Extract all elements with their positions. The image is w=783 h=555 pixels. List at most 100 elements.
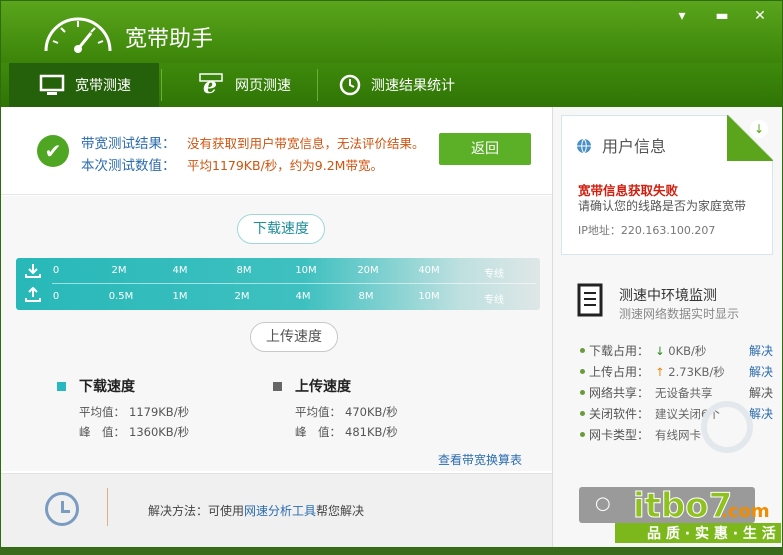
ie-watermark-icon	[701, 401, 753, 453]
env-value-upload: ↑ 2.73KB/秒	[655, 365, 725, 379]
tab-divider	[317, 69, 318, 101]
tab-label: 宽带测速	[75, 78, 131, 94]
download-avg-label: 平均值：	[79, 405, 125, 419]
env-key-download: 下载占用：	[589, 344, 650, 358]
upload-stats-title: 上传速度	[295, 379, 351, 395]
clock-icon	[45, 492, 79, 526]
corner-fold	[727, 115, 773, 161]
upload-peak-label: 峰 值：	[295, 425, 341, 439]
up-arrow-icon: ↑	[655, 365, 669, 379]
env-value-download: ↓ 0KB/秒	[655, 344, 707, 358]
download-stats-title: 下载速度	[79, 379, 135, 395]
ip-address: IP地址：220.163.100.207	[578, 224, 716, 237]
upload-legend-swatch	[273, 382, 282, 391]
test-value: 平均1179KB/秒，约为9.2M带宽。	[187, 158, 383, 173]
download-peak-value: 1360KB/秒	[129, 425, 190, 439]
result-label: 带宽测试结果：	[81, 136, 176, 152]
svg-text:itbo7: itbo7	[633, 486, 732, 526]
env-key-upload: 上传占用：	[589, 365, 650, 379]
main-panel: ✔ 带宽测试结果： 没有获取到用户带宽信息，无法评价结果。 本次测试数值： 平均…	[1, 107, 552, 547]
speed-scale-bar: 0 2M 4M 8M 10M 20M 40M 专线 0 0.5M 1M 2M 4…	[16, 258, 540, 310]
download-tick: 专线	[484, 269, 504, 280]
check-icon: ✔	[37, 135, 69, 167]
tab-bar: 宽带测速 e 网页测速 测速结果统计	[1, 63, 782, 107]
document-icon	[577, 283, 603, 317]
back-button[interactable]: 返回	[439, 133, 531, 165]
resolve-download-link[interactable]: 解决	[749, 342, 773, 359]
bullet-dot	[580, 369, 585, 374]
broadband-assistant-window: 宽带助手 ▾ ▬ ✕ 宽带测速 e 网页测速 测速结果统计 ✔ 带宽测试结果： …	[0, 0, 783, 548]
upload-speed-bubble: 上传速度	[250, 322, 338, 352]
ie-icon: e	[199, 73, 223, 97]
download-tick: 10M	[295, 265, 317, 276]
upload-tick: 1M	[172, 291, 188, 302]
menu-arrow-icon[interactable]: ▾	[673, 7, 691, 25]
svg-text:品 质 · 实 惠 · 生 活: 品 质 · 实 惠 · 生 活	[647, 525, 776, 542]
env-key-sharing: 网络共享：	[589, 386, 650, 400]
tab-web-speed[interactable]: e 网页测速	[163, 63, 315, 107]
user-info-title: 用户信息	[602, 137, 667, 156]
download-tick: 20M	[357, 265, 379, 276]
footer-divider	[107, 488, 108, 526]
download-tick: 40M	[418, 265, 440, 276]
test-value-label: 本次测试数值：	[81, 158, 176, 174]
down-arrow-icon: ↓	[655, 344, 669, 358]
upload-avg-label: 平均值：	[295, 405, 341, 419]
user-info-hint: 请确认您的线路是否为家庭宽带	[578, 199, 747, 213]
upload-tick: 0.5M	[108, 291, 134, 302]
user-info-card: 用户信息 ↓ 宽带信息获取失败 请确认您的线路是否为家庭宽带 IP地址：220.…	[561, 115, 773, 255]
upload-tick: 专线	[484, 295, 504, 306]
env-title: 测速中环境监测	[619, 288, 717, 304]
solution-prefix: 解决方法：可使用	[148, 504, 245, 518]
footer-bar: 解决方法：可使用网速分析工具帮您解决	[1, 473, 552, 547]
solution-text: 解决方法：可使用网速分析工具帮您解决	[148, 502, 364, 519]
minimize-icon[interactable]: ▬	[713, 7, 731, 25]
upload-tick: 10M	[418, 291, 440, 302]
upload-tick: 8M	[358, 291, 374, 302]
tab-broadband-speed[interactable]: 宽带测速	[9, 63, 159, 107]
env-value-sharing: 无设备共享	[655, 386, 713, 400]
result-value: 没有获取到用户带宽信息，无法评价结果。	[187, 136, 425, 151]
download-arrow-icon[interactable]: ↓	[750, 120, 768, 138]
download-legend-swatch	[57, 382, 66, 391]
env-subtitle: 测速网络数据实时显示	[619, 307, 740, 321]
svg-text:e: e	[203, 73, 217, 97]
bullet-dot	[580, 432, 585, 437]
bullet-dot	[580, 390, 585, 395]
itbo7-watermark-logo: itbo7 .com 品 质 · 实 惠 · 生 活	[615, 486, 781, 543]
download-peak-label: 峰 值：	[79, 425, 125, 439]
bullet-dot	[580, 348, 585, 353]
resolve-upload-link[interactable]: 解决	[749, 363, 773, 380]
globe-icon	[577, 138, 591, 154]
monitor-icon	[39, 74, 65, 95]
app-title: 宽带助手	[125, 27, 214, 52]
tab-label: 网页测速	[235, 78, 291, 94]
clock-icon	[339, 74, 361, 96]
upload-peak-value: 481KB/秒	[345, 425, 398, 439]
gauge-icon	[44, 17, 112, 53]
resolve-sharing-link[interactable]: 解决	[749, 384, 773, 401]
download-avg-value: 1179KB/秒	[129, 405, 190, 419]
bullet-dot	[580, 411, 585, 416]
download-tick: 8M	[236, 265, 252, 276]
bandwidth-converter-link[interactable]: 查看带宽换算表	[438, 451, 522, 468]
title-bar: 宽带助手 ▾ ▬ ✕	[1, 1, 782, 63]
env-value-nic: 有线网卡	[655, 428, 701, 442]
close-icon[interactable]: ✕	[751, 7, 769, 25]
env-key-nic: 网卡类型：	[589, 428, 650, 442]
resolve-software-link[interactable]: 解决	[749, 405, 773, 422]
tab-result-stats[interactable]: 测速结果统计	[319, 63, 479, 107]
upload-tick: 4M	[295, 291, 311, 302]
tab-divider	[161, 69, 162, 101]
network-analysis-tool-link[interactable]: 网速分析工具	[244, 504, 316, 518]
download-tick: 4M	[172, 265, 188, 276]
upload-tick: 0	[52, 291, 60, 302]
svg-text:.com: .com	[721, 501, 770, 522]
upload-tick: 2M	[234, 291, 250, 302]
solution-suffix: 帮您解决	[316, 504, 365, 518]
env-key-software: 关闭软件：	[589, 407, 650, 421]
download-tick: 0	[52, 265, 60, 276]
download-speed-bubble: 下载速度	[237, 214, 325, 244]
speed-scale-area: 下载速度 0 2M 4M 8M 10M 20M 40M 专线 0 0.5M 1M…	[1, 196, 552, 471]
upload-avg-value: 470KB/秒	[345, 405, 398, 419]
